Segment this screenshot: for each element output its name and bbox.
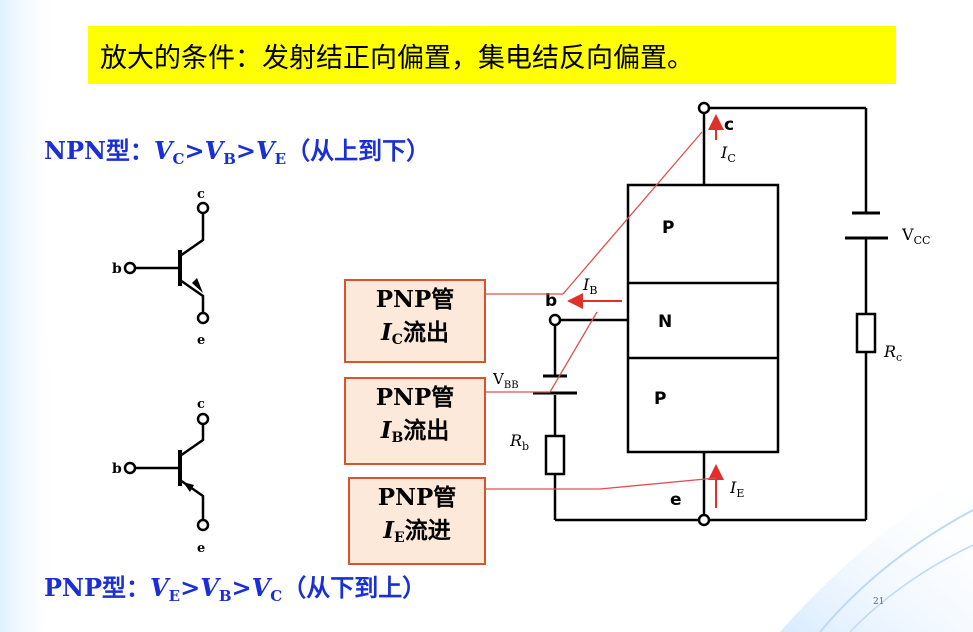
callout-ie: PNP管 IE流进 xyxy=(348,477,486,565)
callout-ib: PNP管 IB流出 xyxy=(344,377,486,465)
callout-ic-line2: IC流出 xyxy=(381,319,449,348)
ie-label: IE xyxy=(729,478,744,500)
circuit-diagram: c b e c b e P N P c b e IC IB IE VBB Rb … xyxy=(112,101,930,556)
emitter-node xyxy=(697,513,711,527)
callout-ib-line1: PNP管 xyxy=(375,384,455,411)
npn-e-label: e xyxy=(197,333,205,348)
npn-b-label: b xyxy=(112,261,122,277)
base-node xyxy=(548,313,562,327)
pnp-base-terminal xyxy=(123,461,137,475)
terminal-e-label: e xyxy=(670,490,682,510)
layer-p-top: P xyxy=(662,218,674,238)
ic-label: IC xyxy=(720,143,736,165)
leader-ie xyxy=(486,477,717,490)
pnp-collector-terminal xyxy=(196,412,210,426)
layer-n: N xyxy=(658,312,672,332)
pnp-e-label: e xyxy=(197,541,205,556)
pnp-emitter-arrow xyxy=(183,482,194,492)
pnp-b-label: b xyxy=(112,461,122,477)
npn-transistor-symbol xyxy=(123,201,210,325)
callout-ic-line1: PNP管 xyxy=(375,286,455,313)
collector-node xyxy=(697,101,711,115)
ib-label: IB xyxy=(582,275,597,297)
vcc-label: VCC xyxy=(901,225,930,247)
callout-ib-line2: IB流出 xyxy=(380,417,450,446)
pnp-body xyxy=(626,183,780,454)
callout-ie-line1: PNP管 xyxy=(377,484,457,511)
rb-resistor xyxy=(544,434,566,476)
npn-base-terminal xyxy=(123,261,137,275)
rb-label: Rb xyxy=(509,431,529,453)
page-number: 21 xyxy=(873,597,885,607)
vcc-battery xyxy=(845,211,888,240)
rc-resistor xyxy=(855,312,877,354)
rc-label: Rc xyxy=(883,342,902,364)
vbb-label: VBB xyxy=(492,370,519,391)
npn-c-label: c xyxy=(197,187,205,202)
pnp-body-outline xyxy=(626,183,780,454)
slide: 放大的条件：发射结正向偏置，集电结反向偏置。 NPN型：VC>VB>VE（从上到… xyxy=(0,0,973,632)
npn-collector-terminal xyxy=(196,201,210,215)
pnp-c-label: c xyxy=(197,397,205,412)
callout-ic: PNP管 IC流出 xyxy=(344,279,486,363)
npn-emitter-terminal xyxy=(196,311,210,325)
terminal-c-label: c xyxy=(724,115,734,135)
pnp-emitter-terminal xyxy=(196,518,210,532)
callout-ie-line2: IE流进 xyxy=(383,517,451,546)
pnp-transistor-symbol xyxy=(123,412,210,532)
layer-p-bottom: P xyxy=(654,389,666,409)
